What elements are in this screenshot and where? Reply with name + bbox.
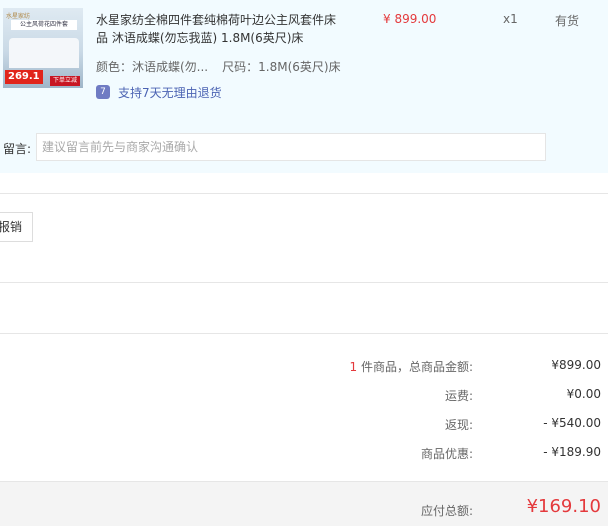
cashback-value: - ¥540.00 — [543, 416, 601, 430]
product-thumbnail[interactable]: 水星家纺 公主风荷花四件套 269.1 下单立减 — [3, 8, 83, 88]
summary-shipping-row: 运费: ¥0.00 — [0, 387, 608, 407]
goods-total-value: ¥899.00 — [551, 358, 601, 372]
size-attribute: 尺码：1.8M(6英尺)床 — [222, 60, 341, 74]
goods-label-text: 件商品，总商品金额: — [357, 360, 473, 374]
return-policy-text: 支持7天无理由退货 — [118, 85, 222, 100]
summary-discount-row: 商品优惠: - ¥189.90 — [0, 445, 608, 465]
divider — [0, 333, 608, 334]
thumbnail-bedding-image — [9, 38, 79, 68]
invoice-button[interactable]: 报销 — [0, 212, 34, 242]
seven-day-return-icon: 7 — [96, 85, 110, 99]
divider — [0, 193, 608, 194]
goods-total-label: 1 件商品，总商品金额: — [350, 358, 474, 375]
shipping-value: ¥0.00 — [566, 387, 601, 401]
color-attribute: 颜色：沐语成蝶(勿... — [96, 60, 209, 74]
cashback-label: 返现: — [444, 418, 473, 432]
unit-price: ¥ 899.00 — [383, 12, 437, 26]
thumbnail-price-tag: 269.1 — [5, 70, 43, 84]
thumbnail-title: 公主风荷花四件套 — [11, 20, 77, 30]
quantity: x1 — [503, 12, 518, 26]
shipping-label: 运费: — [444, 389, 473, 403]
order-item-panel: 水星家纺 公主风荷花四件套 269.1 下单立减 水星家纺全棉四件套纯棉荷叶边公… — [0, 0, 608, 173]
discount-label: 商品优惠: — [420, 447, 473, 461]
divider — [0, 282, 608, 283]
thumbnail-buy-label: 下单立减 — [49, 76, 80, 86]
discount-value: - ¥189.90 — [543, 445, 601, 459]
item-count: 1 — [349, 360, 358, 374]
summary-cashback-row: 返现: - ¥540.00 — [0, 416, 608, 436]
thumbnail-brand: 水星家纺 — [6, 13, 31, 20]
remark-label: 留言: — [3, 142, 32, 156]
remark-input[interactable] — [36, 133, 546, 161]
total-bar: 应付总额: ¥169.10 — [0, 481, 608, 526]
summary-goods-row: 1 件商品，总商品金额: ¥899.00 — [0, 358, 608, 378]
total-label: 应付总额: — [420, 504, 473, 518]
product-name-link[interactable]: 水星家纺全棉四件套纯棉荷叶边公主风套件床品 沐语成蝶(勿忘我蓝) 1.8M(6英… — [96, 11, 346, 47]
product-attributes: 颜色：沐语成蝶(勿... 尺码：1.8M(6英尺)床 — [96, 58, 341, 75]
return-policy: 7 支持7天无理由退货 — [96, 83, 222, 101]
stock-status: 有货 — [555, 14, 580, 28]
total-value: ¥169.10 — [526, 496, 601, 517]
